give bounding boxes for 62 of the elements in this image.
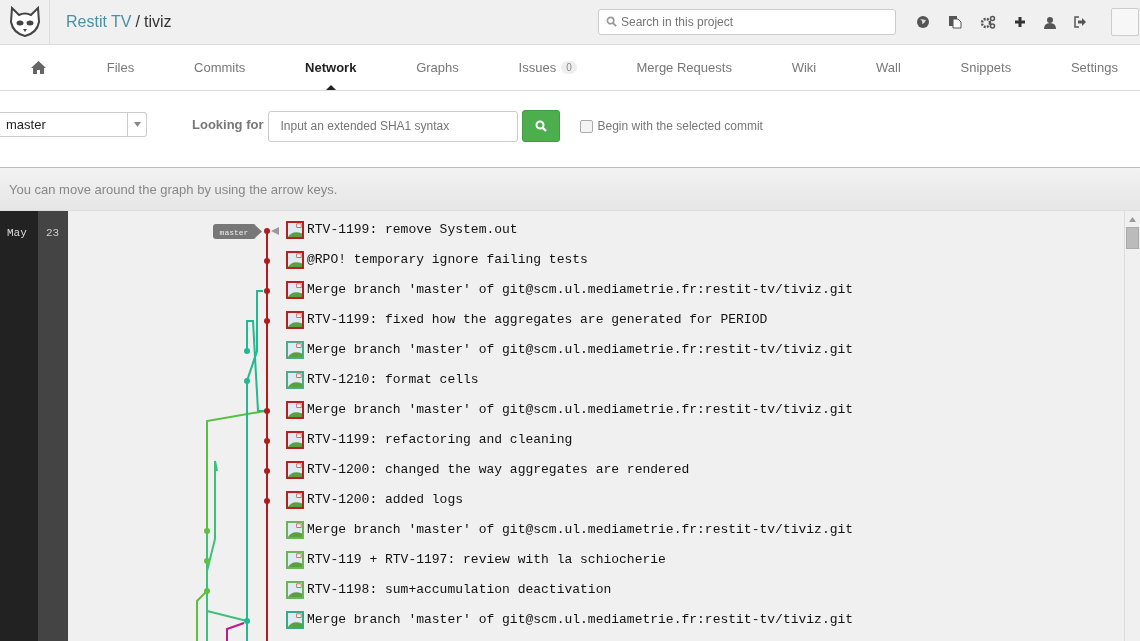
scrollbar-thumb[interactable] — [1126, 227, 1139, 249]
commit-message[interactable]: RTV-1210: format cells — [307, 370, 479, 390]
commit-message[interactable]: RTV-1199: fixed how the aggregates are generated for PERIOD — [307, 310, 768, 330]
commit-avatar-icon[interactable] — [286, 581, 304, 599]
month-label: May — [7, 227, 27, 239]
commit-avatar-icon[interactable] — [286, 371, 304, 389]
project-name: tiviz — [143, 13, 172, 31]
search-icon — [606, 16, 617, 27]
user-icon[interactable] — [1044, 15, 1056, 29]
commit-avatar-icon[interactable] — [286, 551, 304, 569]
commit-message[interactable]: RTV-1200: changed the way aggregates are rendered — [307, 460, 690, 480]
nav-tab[interactable]: Merge Requests — [634, 45, 734, 90]
search-field[interactable]: Search in this project — [598, 9, 896, 35]
plus-icon[interactable] — [1014, 16, 1026, 28]
active-tab-caret-icon — [325, 85, 336, 90]
commit-avatar-icon[interactable] — [286, 491, 304, 509]
commit-avatar-icon[interactable] — [286, 401, 304, 419]
nav-tab[interactable]: Commits — [192, 45, 248, 90]
search-button[interactable] — [521, 110, 560, 142]
day-label: 23 — [46, 227, 60, 239]
nav-tab[interactable]: Issues 0 — [516, 45, 579, 90]
commit-message[interactable]: RTV-119 + RTV-1197: review with la schiocherie — [307, 550, 666, 570]
logout-icon[interactable] — [1074, 16, 1087, 28]
issues-count-badge: 0 — [561, 61, 577, 74]
nav-tab[interactable]: Graphs — [414, 45, 461, 90]
commit-message[interactable]: Merge branch 'master' of git@scm.ul.mediametrie.fr:restit-tv/tiviz.git — [307, 610, 854, 630]
copy-icon[interactable] — [948, 15, 962, 29]
nav-tab[interactable]: Wiki — [789, 45, 819, 90]
home-icon — [30, 60, 47, 75]
commit-avatar-icon[interactable] — [286, 281, 304, 299]
commit-message[interactable]: @RPO! temporary ignore failing tests — [307, 250, 588, 270]
begin-checkbox-label: Begin with the selected commit — [597, 119, 763, 133]
dropdown-caret-icon — [133, 121, 141, 127]
commit-message[interactable]: Merge branch 'master' of git@scm.ul.mediametrie.fr:restit-tv/tiviz.git — [307, 340, 854, 360]
nav-tab[interactable]: Snippets — [958, 45, 1014, 90]
commit-message[interactable]: Merge branch 'master' of git@scm.ul.mediametrie.fr:restit-tv/tiviz.git — [307, 520, 854, 540]
nav-tab[interactable]: Settings — [1068, 45, 1120, 90]
commit-message[interactable]: Merge branch 'master' of git@scm.ul.mediametrie.fr:restit-tv/tiviz.git — [307, 280, 854, 300]
commit-avatar-icon[interactable] — [286, 221, 304, 239]
commit-avatar-icon[interactable] — [286, 611, 304, 629]
commit-message[interactable]: RTV-1200: added logs — [307, 490, 464, 510]
commit-avatar-icon[interactable] — [286, 461, 304, 479]
notice-text: You can move around the graph by using the arrow keys. — [9, 181, 338, 197]
commit-message[interactable]: RTV-1199: refactoring and cleaning — [307, 430, 573, 450]
nav-tab[interactable]: Wall — [874, 45, 903, 90]
begin-checkbox[interactable] — [579, 119, 593, 133]
commit-avatar-icon[interactable] — [286, 341, 304, 359]
branch-select[interactable]: master — [0, 111, 147, 137]
commit-avatar-icon[interactable] — [286, 311, 304, 329]
commit-avatar-icon[interactable] — [286, 251, 304, 269]
path-separator: / — [135, 13, 140, 31]
commit-message[interactable]: Merge branch 'master' of git@scm.ul.mediametrie.fr:restit-tv/tiviz.git — [307, 400, 854, 420]
commit-message[interactable]: RTV-1199: remove System.out — [307, 220, 518, 240]
looking-for-label: Looking for — [192, 116, 264, 132]
nav-tab[interactable]: Network — [303, 45, 359, 90]
nav-tab[interactable]: Files — [104, 45, 137, 90]
commit-avatar-icon[interactable] — [286, 431, 304, 449]
search-icon — [534, 120, 547, 132]
vertical-scrollbar[interactable] — [1124, 211, 1140, 641]
commit-avatar-icon[interactable] — [286, 521, 304, 539]
commit-message[interactable]: RTV-1198: sum+accumulation deactivation — [307, 580, 612, 600]
sha-input-field[interactable]: Input an extended SHA1 syntax — [267, 110, 518, 142]
